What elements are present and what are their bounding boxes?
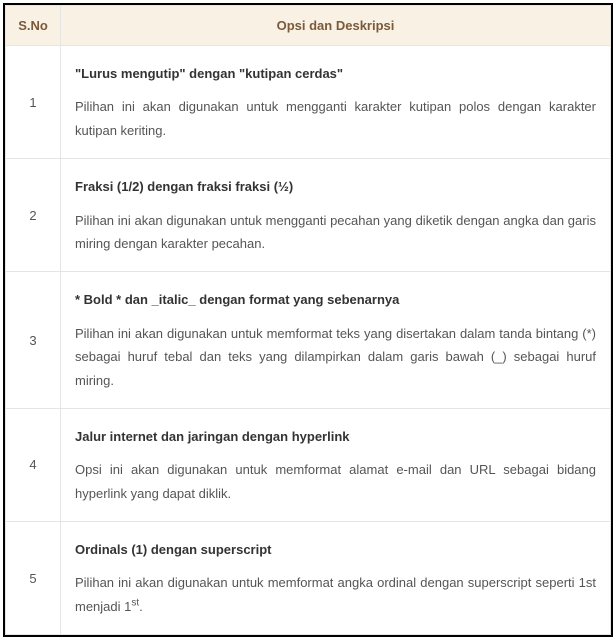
- option-body: Pilihan ini akan digunakan untuk memform…: [75, 575, 596, 613]
- header-sno: S.No: [6, 6, 61, 46]
- body-suffix: .: [139, 599, 143, 614]
- table-row: 1 "Lurus mengutip" dengan "kutipan cerda…: [6, 46, 611, 159]
- option-title: Jalur internet dan jaringan dengan hyper…: [75, 425, 596, 448]
- table-row: 2 Fraksi (1/2) dengan fraksi fraksi (½) …: [6, 159, 611, 272]
- body-prefix: Pilihan ini akan digunakan untuk memform…: [75, 575, 596, 613]
- row-desc: Ordinals (1) dengan superscript Pilihan …: [61, 522, 611, 635]
- option-body: Pilihan ini akan digunakan untuk menggan…: [75, 99, 596, 137]
- row-number: 1: [6, 46, 61, 159]
- row-number: 3: [6, 272, 61, 409]
- header-desc: Opsi dan Deskripsi: [61, 6, 611, 46]
- option-title: Fraksi (1/2) dengan fraksi fraksi (½): [75, 175, 596, 198]
- table-row: 3 * Bold * dan _italic_ dengan format ya…: [6, 272, 611, 409]
- row-desc: "Lurus mengutip" dengan "kutipan cerdas"…: [61, 46, 611, 159]
- superscript: st: [131, 598, 139, 609]
- table-row: 4 Jalur internet dan jaringan dengan hyp…: [6, 408, 611, 521]
- option-body: Opsi ini akan digunakan untuk memformat …: [75, 462, 596, 500]
- option-title: * Bold * dan _italic_ dengan format yang…: [75, 288, 596, 311]
- row-number: 2: [6, 159, 61, 272]
- option-title: "Lurus mengutip" dengan "kutipan cerdas": [75, 62, 596, 85]
- row-desc: Jalur internet dan jaringan dengan hyper…: [61, 408, 611, 521]
- row-number: 4: [6, 408, 61, 521]
- option-body: Pilihan ini akan digunakan untuk menggan…: [75, 213, 596, 251]
- options-table: S.No Opsi dan Deskripsi 1 "Lurus menguti…: [5, 5, 611, 635]
- table-row: 5 Ordinals (1) dengan superscript Piliha…: [6, 522, 611, 635]
- header-row: S.No Opsi dan Deskripsi: [6, 6, 611, 46]
- table-container: S.No Opsi dan Deskripsi 1 "Lurus menguti…: [3, 3, 613, 637]
- option-title: Ordinals (1) dengan superscript: [75, 538, 596, 561]
- option-body: Pilihan ini akan digunakan untuk memform…: [75, 326, 596, 388]
- row-desc: * Bold * dan _italic_ dengan format yang…: [61, 272, 611, 409]
- row-desc: Fraksi (1/2) dengan fraksi fraksi (½) Pi…: [61, 159, 611, 272]
- row-number: 5: [6, 522, 61, 635]
